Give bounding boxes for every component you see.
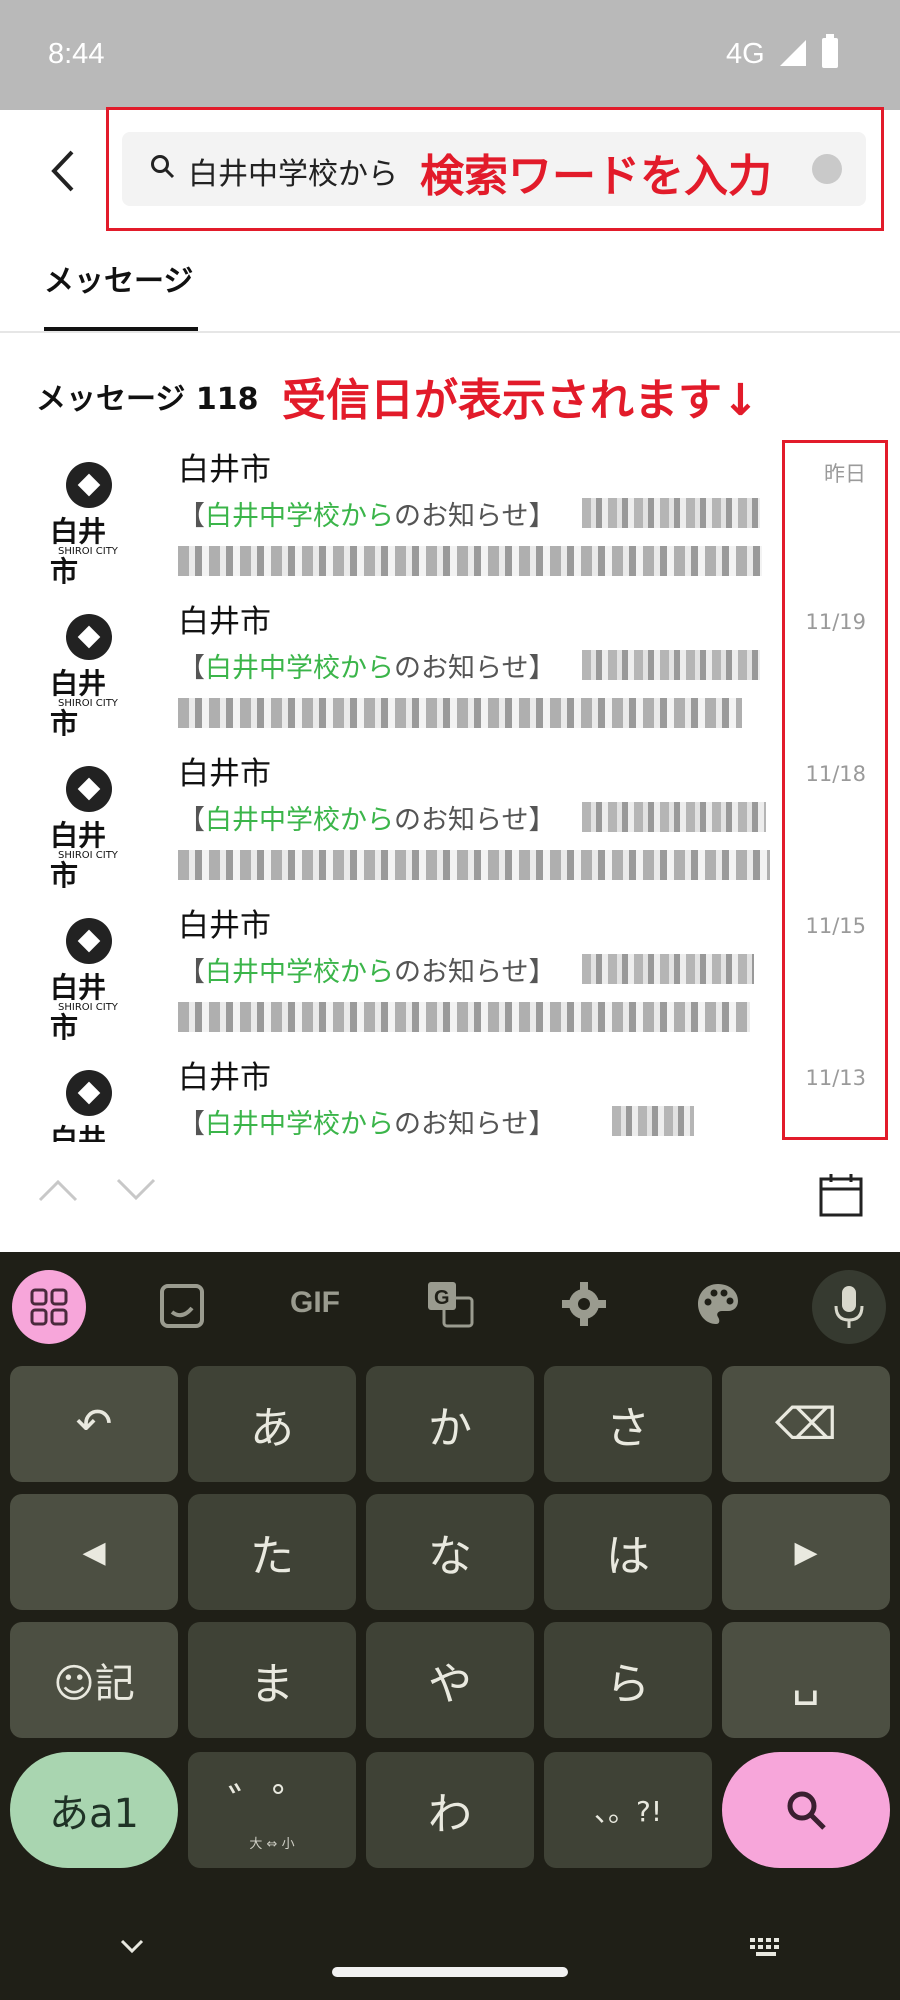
key-a[interactable]: あ <box>188 1366 356 1482</box>
message-row[interactable]: 白井市 SHIROI CITY 白井市 【白井中学校からのお知らせ】 11/15 <box>0 900 900 1052</box>
highlight-text: 白井中学校から <box>205 653 394 684</box>
sender-name: 白井市 <box>178 908 271 944</box>
search-icon <box>787 1791 826 1830</box>
key-ra[interactable]: ら <box>544 1622 712 1738</box>
dakuten-key[interactable]: ゛゜ 大 ⇔ 小 <box>188 1752 356 1868</box>
message-preview: 【白井中学校からのお知らせ】 <box>178 653 556 684</box>
space-key[interactable]: ␣ <box>722 1622 890 1738</box>
back-icon[interactable] <box>44 146 84 196</box>
redacted-text <box>582 802 766 832</box>
redacted-text <box>178 546 762 576</box>
svg-text:G: G <box>434 1287 450 1309</box>
calendar-icon[interactable] <box>818 1172 864 1218</box>
sender-logo: 白井市 SHIROI CITY <box>48 918 130 1044</box>
message-row[interactable]: 白井市 SHIROI CITY 白井市 【白井中学校からのお知らせ】 11/18 <box>0 748 900 900</box>
city-emblem-icon <box>66 462 112 508</box>
message-preview: 【白井中学校からのお知らせ】 <box>178 1109 556 1140</box>
key-na[interactable]: な <box>366 1494 534 1610</box>
highlight-text: 白井中学校から <box>205 957 394 988</box>
tab-divider <box>0 331 900 333</box>
redacted-text <box>178 698 742 728</box>
city-emblem-icon <box>66 766 112 812</box>
palette-icon[interactable] <box>694 1280 742 1328</box>
highlight-text: 白井中学校から <box>205 501 394 532</box>
key-sa[interactable]: さ <box>544 1366 712 1482</box>
highlight-text: 白井中学校から <box>205 805 394 836</box>
redacted-text <box>582 954 754 984</box>
city-emblem-icon <box>66 1070 112 1116</box>
sender-logo: 白井市 SHIROI CITY <box>48 766 130 892</box>
highlight-text: 白井中学校から <box>205 1109 394 1140</box>
cursor-left-key[interactable]: ◀ <box>10 1494 178 1610</box>
sender-name: 白井市 <box>178 1060 271 1096</box>
redacted-text <box>612 1106 694 1136</box>
city-emblem-icon <box>66 918 112 964</box>
redacted-text <box>582 498 760 528</box>
tab-messages[interactable]: メッセージ <box>44 256 193 300</box>
key-ya[interactable]: や <box>366 1622 534 1738</box>
emoji-symbol-key[interactable]: ☺記 <box>10 1622 178 1738</box>
status-time: 8:44 <box>48 38 105 70</box>
input-mode-key[interactable]: あa1 <box>10 1752 178 1868</box>
backspace-key[interactable]: ⌫ <box>722 1366 890 1482</box>
signal-icon <box>780 40 806 66</box>
cursor-right-key[interactable]: ▶ <box>722 1494 890 1610</box>
gif-button[interactable]: GIF <box>290 1286 340 1320</box>
key-ma[interactable]: ま <box>188 1622 356 1738</box>
message-preview: 【白井中学校からのお知らせ】 <box>178 957 556 988</box>
sender-name: 白井市 <box>178 756 271 792</box>
key-wa[interactable]: わ <box>366 1752 534 1868</box>
search-annotation-text: 検索ワードを入力 <box>420 151 772 202</box>
sender-logo: 白井市 SHIROI CITY <box>48 462 130 588</box>
message-row[interactable]: 白井市 SHIROI CITY 白井市 【白井中学校からのお知らせ】 11/19 <box>0 596 900 748</box>
sender-logo: 白井市 <box>48 1070 130 1142</box>
message-preview: 【白井中学校からのお知らせ】 <box>178 501 556 532</box>
hide-keyboard-icon[interactable] <box>118 1936 146 1956</box>
redacted-text <box>582 650 760 680</box>
message-row[interactable]: 白井市 白井市 【白井中学校からのお知らせ】 11/13 <box>0 1052 900 1142</box>
punctuation-key[interactable]: 、。?! <box>544 1752 712 1868</box>
date-annotation-box <box>782 440 888 1140</box>
sender-logo: 白井市 SHIROI CITY <box>48 614 130 740</box>
battery-icon <box>822 34 838 68</box>
result-count: メッセージ 118 <box>36 382 259 417</box>
keyboard-switch-icon[interactable] <box>748 1936 786 1958</box>
key-ha[interactable]: は <box>544 1494 712 1610</box>
key-ta[interactable]: た <box>188 1494 356 1610</box>
next-result-icon[interactable] <box>116 1178 156 1202</box>
previous-result-icon[interactable] <box>38 1178 78 1202</box>
sticker-icon[interactable] <box>158 1282 206 1330</box>
settings-icon[interactable] <box>560 1280 608 1328</box>
mic-icon[interactable] <box>812 1270 886 1344</box>
search-key[interactable] <box>722 1752 890 1868</box>
network-type: 4G <box>726 38 765 70</box>
city-emblem-icon <box>66 614 112 660</box>
translate-icon[interactable]: G <box>424 1278 476 1330</box>
key-ka[interactable]: か <box>366 1366 534 1482</box>
redacted-text <box>178 850 770 880</box>
sender-name: 白井市 <box>178 604 271 640</box>
date-annotation-text: 受信日が表示されます↓ <box>282 375 759 426</box>
undo-key[interactable]: ↶ <box>10 1366 178 1482</box>
redacted-text <box>178 1002 750 1032</box>
home-indicator[interactable] <box>332 1967 568 1977</box>
message-row[interactable]: 白井市 SHIROI CITY 白井市 【白井中学校からのお知らせ】 昨日 <box>0 444 900 596</box>
apps-icon[interactable] <box>12 1270 86 1344</box>
status-bar: 8:44 4G <box>0 0 900 110</box>
message-preview: 【白井中学校からのお知らせ】 <box>178 805 556 836</box>
sender-name: 白井市 <box>178 452 271 488</box>
